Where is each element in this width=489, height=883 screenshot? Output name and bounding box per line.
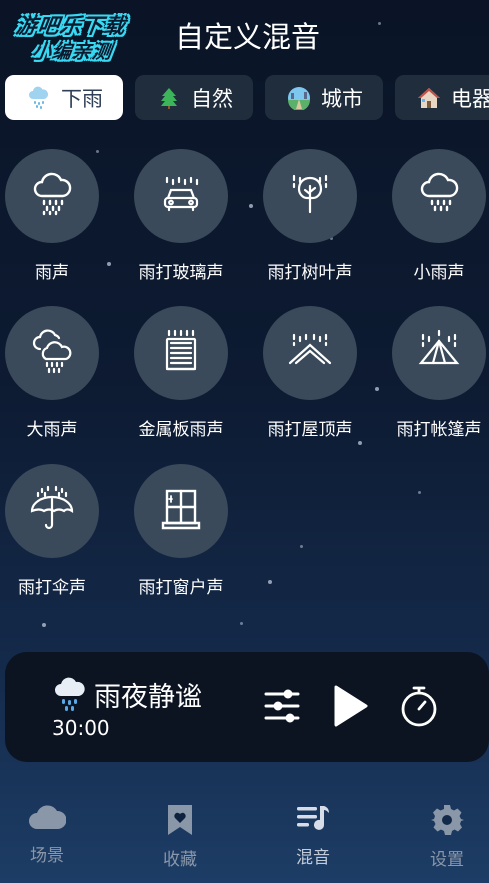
tab-appliance[interactable]: 电器: [395, 75, 489, 120]
heavy-rain-cloud-icon: [28, 327, 76, 379]
music-mix-icon: [297, 806, 329, 830]
player-timer: 30:00: [52, 716, 110, 740]
sound-label: 金属板雨声: [138, 420, 224, 440]
sound-item-rain-on-glass[interactable]: 雨打玻璃声: [121, 149, 241, 289]
play-button[interactable]: [328, 684, 372, 728]
sound-button[interactable]: [392, 306, 486, 400]
logo-line2: 小编亲测: [30, 41, 114, 63]
sound-button[interactable]: [263, 306, 357, 400]
sound-item-rain-on-umbrella[interactable]: 雨打伞声: [0, 464, 112, 604]
sound-button[interactable]: [5, 464, 99, 558]
mini-player[interactable]: 雨夜静谧 30:00: [5, 652, 489, 762]
sound-item-light-rain[interactable]: 小雨声: [379, 149, 489, 289]
sound-button[interactable]: [134, 149, 228, 243]
play-icon: [334, 685, 368, 727]
city-globe-icon: [287, 86, 311, 111]
nav-label: 混音: [296, 848, 330, 868]
player-track-name: 雨夜静谧: [94, 682, 202, 713]
star-decoration: [378, 22, 381, 25]
equalizer-button[interactable]: [260, 684, 304, 728]
category-tabs: 下雨 自然 城市 电器: [5, 75, 489, 120]
star-decoration: [300, 545, 303, 548]
sound-item-rain-on-tent[interactable]: 雨打帐篷声: [379, 306, 489, 446]
gear-icon: [431, 805, 464, 835]
house-icon: [417, 86, 441, 110]
tab-label: 自然: [191, 86, 233, 111]
tab-nature[interactable]: 自然: [135, 75, 253, 120]
rain-cloud-icon: [28, 170, 76, 222]
umbrella-rain-icon: [28, 485, 76, 537]
sound-label: 雨打树叶声: [267, 263, 353, 283]
sound-label: 雨打帐篷声: [396, 420, 482, 440]
tree-rain-icon: [286, 170, 334, 222]
bookmark-heart-icon: [168, 805, 192, 835]
tab-label: 城市: [321, 86, 363, 111]
sliders-icon: [264, 689, 300, 723]
sound-button[interactable]: [263, 149, 357, 243]
star-decoration: [268, 580, 272, 584]
logo-watermark: 游吧乐下载 小编亲测: [4, 10, 150, 68]
star-decoration: [418, 491, 421, 494]
stopwatch-icon: [401, 686, 437, 727]
sound-label: 雨打窗户声: [138, 578, 224, 598]
nav-item-favorites[interactable]: 收藏: [130, 795, 230, 875]
tent-rain-icon: [415, 327, 463, 379]
roof-rain-icon: [286, 327, 334, 379]
sound-label: 雨打屋顶声: [267, 420, 353, 440]
sound-button[interactable]: [5, 149, 99, 243]
sound-label: 雨声: [35, 263, 69, 283]
nav-label: 收藏: [163, 850, 197, 870]
sound-button[interactable]: [5, 306, 99, 400]
sound-item-heavy-rain[interactable]: 大雨声: [0, 306, 112, 446]
pine-tree-icon: [157, 86, 181, 110]
sound-item-rain-on-roof[interactable]: 雨打屋顶声: [250, 306, 370, 446]
sound-button[interactable]: [392, 149, 486, 243]
sound-label: 雨打伞声: [18, 578, 86, 598]
cloud-icon: [29, 805, 66, 829]
nav-label: 场景: [30, 846, 64, 866]
nav-item-mix[interactable]: 混音: [263, 795, 363, 875]
page-title: 自定义混音: [175, 20, 321, 54]
star-decoration: [42, 623, 46, 627]
timer-button[interactable]: [397, 684, 441, 728]
sound-label: 小雨声: [413, 263, 465, 283]
car-rain-icon: [157, 170, 205, 222]
nav-item-scenes[interactable]: 场景: [0, 795, 97, 875]
sound-label: 雨打玻璃声: [138, 263, 224, 283]
metal-shutter-icon: [157, 327, 205, 379]
sound-item-metal-roof-rain[interactable]: 金属板雨声: [121, 306, 241, 446]
sound-label: 大雨声: [26, 420, 78, 440]
sound-item-rain-on-leaves[interactable]: 雨打树叶声: [250, 149, 370, 289]
sound-button[interactable]: [134, 306, 228, 400]
rain-cloud-icon: [27, 86, 51, 110]
tab-label: 下雨: [61, 86, 103, 111]
nav-item-settings[interactable]: 设置: [397, 795, 489, 875]
tab-label: 电器: [451, 86, 489, 111]
tab-city[interactable]: 城市: [265, 75, 383, 120]
star-decoration: [240, 622, 243, 625]
light-rain-cloud-icon: [415, 170, 463, 222]
sound-item-rain-on-window[interactable]: 雨打窗户声: [121, 464, 241, 604]
sound-button[interactable]: [134, 464, 228, 558]
nav-label: 设置: [430, 850, 464, 870]
bottom-nav: 场景 收藏 混音 设置: [0, 795, 489, 883]
window-icon: [157, 485, 205, 537]
logo-line1: 游吧乐下载: [14, 14, 128, 38]
rain-cloud-icon: [52, 676, 88, 712]
tab-rain[interactable]: 下雨: [5, 75, 123, 120]
sound-item-rain[interactable]: 雨声: [0, 149, 112, 289]
